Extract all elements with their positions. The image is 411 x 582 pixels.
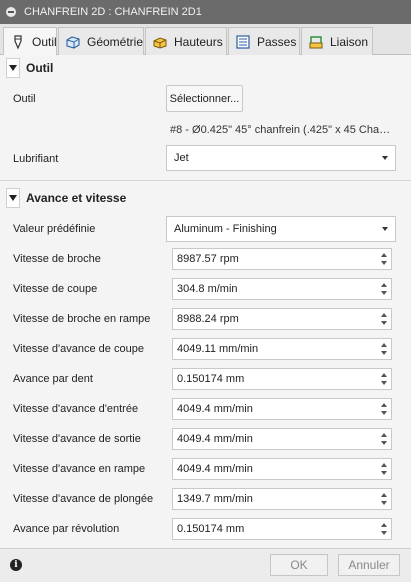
title-bar: CHANFREIN 2D : CHANFREIN 2D1 <box>0 0 411 24</box>
field-value: 4049.4 mm/min <box>177 463 253 475</box>
tool-panel: Outil Outil Sélectionner... #8 - Ø0.425"… <box>0 55 411 548</box>
ok-button[interactable]: OK <box>270 554 328 576</box>
collapse-icon[interactable] <box>6 7 16 17</box>
spinner-arrows-icon[interactable] <box>378 460 390 478</box>
tab-label: Hauteurs <box>174 34 223 49</box>
tab-label: Outil <box>32 35 57 49</box>
section-outil-header[interactable]: Outil <box>6 58 53 78</box>
tab-passes[interactable]: Passes <box>228 27 300 55</box>
cancel-button[interactable]: Annuler <box>338 554 400 576</box>
lead-out-feedrate-input[interactable]: 4049.4 mm/min <box>172 428 392 450</box>
field-label: Vitesse de broche en rampe <box>13 313 151 325</box>
tab-label: Liaison <box>330 34 369 49</box>
field-label: Vitesse d'avance en rampe <box>13 463 146 475</box>
passes-icon <box>235 34 251 50</box>
field-label: Vitesse d'avance de coupe <box>13 343 144 355</box>
feed-per-tooth-input[interactable]: 0.150174 mm <box>172 368 392 390</box>
field-label: Avance par révolution <box>13 523 120 535</box>
tab-label: Géométrie <box>87 34 144 49</box>
lubricant-value: Jet <box>174 152 189 164</box>
feed-per-revolution-input[interactable]: 0.150174 mm <box>172 518 392 540</box>
heights-icon <box>152 34 168 50</box>
field-label: Vitesse d'avance de plongée <box>13 493 154 505</box>
spinner-arrows-icon[interactable] <box>378 430 390 448</box>
cutting-feedrate-input[interactable]: 4049.11 mm/min <box>172 338 392 360</box>
spindle-speed-input[interactable]: 8987.57 rpm <box>172 248 392 270</box>
tab-geometrie[interactable]: Géométrie <box>58 27 144 55</box>
field-value: 4049.4 mm/min <box>177 403 253 415</box>
cutting-speed-input[interactable]: 304.8 m/min <box>172 278 392 300</box>
field-label: Vitesse d'avance de sortie <box>13 433 141 445</box>
section-title: Avance et vitesse <box>26 191 127 205</box>
tool-icon <box>10 34 26 50</box>
ramp-spindle-speed-input[interactable]: 8988.24 rpm <box>172 308 392 330</box>
field-value: 0.150174 mm <box>177 373 245 385</box>
field-value: 304.8 m/min <box>177 283 238 295</box>
tab-outil[interactable]: Outil <box>3 27 57 56</box>
collapse-triangle-icon <box>6 188 20 208</box>
spinner-arrows-icon[interactable] <box>378 310 390 328</box>
spinner-arrows-icon[interactable] <box>378 400 390 418</box>
field-value: 1349.7 mm/min <box>177 493 253 505</box>
field-label: Vitesse de coupe <box>13 283 98 295</box>
field-label: Avance par dent <box>13 373 93 385</box>
spinner-arrows-icon[interactable] <box>378 280 390 298</box>
plunge-feedrate-input[interactable]: 1349.7 mm/min <box>172 488 392 510</box>
preset-label: Valeur prédéfinie <box>13 223 96 235</box>
field-value: 8988.24 rpm <box>177 313 239 325</box>
preset-select[interactable]: Aluminum - Finishing <box>166 216 396 242</box>
dialog-footer: i OK Annuler <box>0 548 411 582</box>
tab-liaison[interactable]: Liaison <box>301 27 373 55</box>
field-value: 8987.57 rpm <box>177 253 239 265</box>
field-value: 4049.4 mm/min <box>177 433 253 445</box>
chevron-down-icon <box>382 156 388 160</box>
section-title: Outil <box>26 61 54 75</box>
tool-label: Outil <box>13 93 36 105</box>
tab-hauteurs[interactable]: Hauteurs <box>145 27 227 55</box>
window-title: CHANFREIN 2D : CHANFREIN 2D1 <box>24 6 202 18</box>
preset-value: Aluminum - Finishing <box>174 223 277 235</box>
field-label: Vitesse d'avance d'entrée <box>13 403 139 415</box>
info-icon[interactable]: i <box>10 559 22 571</box>
spinner-arrows-icon[interactable] <box>378 250 390 268</box>
geometry-icon <box>65 34 81 50</box>
ramp-feedrate-input[interactable]: 4049.4 mm/min <box>172 458 392 480</box>
spinner-arrows-icon[interactable] <box>378 520 390 538</box>
field-label: Vitesse de broche <box>13 253 101 265</box>
field-value: 4049.11 mm/min <box>177 343 259 355</box>
chevron-down-icon <box>382 227 388 231</box>
section-feeds-header[interactable]: Avance et vitesse <box>6 188 126 208</box>
lubricant-select[interactable]: Jet <box>166 145 396 171</box>
select-tool-button[interactable]: Sélectionner... <box>166 85 243 112</box>
spinner-arrows-icon[interactable] <box>378 490 390 508</box>
section-divider <box>0 180 411 181</box>
spinner-arrows-icon[interactable] <box>378 340 390 358</box>
tool-description: #8 - Ø0.425" 45° chanfrein (.425" x 45 C… <box>170 124 398 136</box>
linking-icon <box>308 34 324 50</box>
lead-in-feedrate-input[interactable]: 4049.4 mm/min <box>172 398 392 420</box>
collapse-triangle-icon <box>6 58 20 78</box>
field-value: 0.150174 mm <box>177 523 245 535</box>
lubricant-label: Lubrifiant <box>13 153 59 165</box>
spinner-arrows-icon[interactable] <box>378 370 390 388</box>
tab-label: Passes <box>257 34 297 49</box>
tab-bar: Outil Géométrie Hauteurs Passes Liaison <box>0 24 411 56</box>
